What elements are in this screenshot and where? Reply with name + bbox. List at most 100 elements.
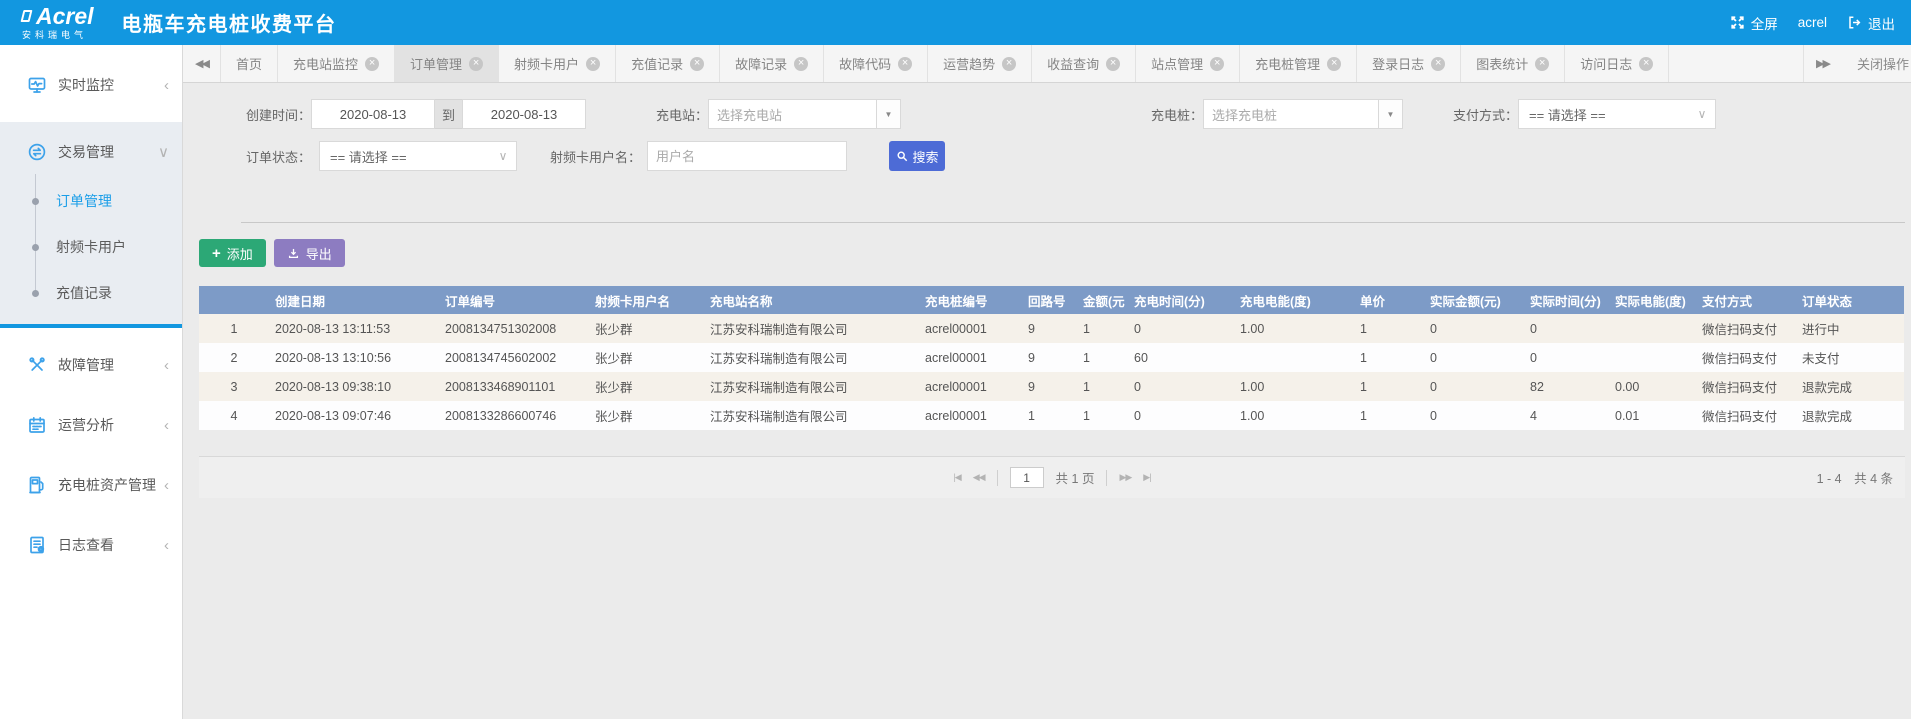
- pile-combo[interactable]: 选择充电桩 ▼: [1203, 99, 1403, 129]
- table-cell: 1: [1022, 401, 1077, 430]
- close-tab-icon[interactable]: ×: [469, 57, 483, 71]
- page-input[interactable]: [1010, 467, 1044, 488]
- station-combo[interactable]: 选择充电站 ▼: [708, 99, 901, 129]
- first-page-button[interactable]: |◀: [953, 472, 960, 483]
- column-header[interactable]: 单价: [1354, 286, 1424, 314]
- column-header[interactable]: 充电时间(分): [1128, 286, 1234, 314]
- close-tab-icon[interactable]: ×: [1002, 57, 1016, 71]
- column-header-rownum[interactable]: [199, 286, 269, 314]
- tab-revenue-query[interactable]: 收益查询×: [1032, 45, 1136, 82]
- logout-label: 退出: [1868, 13, 1895, 33]
- sidebar-item-realtime-monitor[interactable]: 实时监控‹: [0, 62, 182, 108]
- tab-visit-logs[interactable]: 访问日志×: [1565, 45, 1669, 82]
- table-cell: 1.00: [1234, 372, 1354, 401]
- column-header[interactable]: 充电桩编号: [919, 286, 1022, 314]
- table-row[interactable]: 22020-08-13 13:10:562008134745602002张少群江…: [199, 343, 1904, 372]
- close-tab-icon[interactable]: ×: [690, 57, 704, 71]
- tab-chart-statistics[interactable]: 图表统计×: [1461, 45, 1565, 82]
- table-row[interactable]: 12020-08-13 13:11:532008134751302008张少群江…: [199, 314, 1904, 343]
- column-header[interactable]: 订单状态: [1796, 286, 1904, 314]
- grid-toolbar: + 添加 导出: [199, 239, 1911, 267]
- column-header[interactable]: 支付方式: [1696, 286, 1796, 314]
- close-tab-icon[interactable]: ×: [1210, 57, 1224, 71]
- username[interactable]: acrel: [1798, 15, 1827, 30]
- close-tab-icon[interactable]: ×: [1431, 57, 1445, 71]
- close-tab-icon[interactable]: ×: [1535, 57, 1549, 71]
- column-header[interactable]: 射频卡用户名: [589, 286, 704, 314]
- table-row[interactable]: 42020-08-13 09:07:462008133286600746张少群江…: [199, 401, 1904, 430]
- prev-page-button[interactable]: ◀◀: [973, 472, 985, 483]
- column-header[interactable]: 金额(元: [1077, 286, 1128, 314]
- column-header[interactable]: 回路号: [1022, 286, 1077, 314]
- fullscreen-button[interactable]: 全屏: [1730, 13, 1778, 33]
- tab-site-management[interactable]: 站点管理×: [1136, 45, 1240, 82]
- table-cell: 张少群: [589, 343, 704, 372]
- tab-pile-management[interactable]: 充电桩管理×: [1240, 45, 1357, 82]
- close-tab-icon[interactable]: ×: [1106, 57, 1120, 71]
- tab-home[interactable]: 首页: [221, 45, 278, 82]
- table-cell: 进行中: [1796, 314, 1904, 343]
- create-time-label: 创建时间：: [239, 105, 311, 124]
- sidebar-subitem-recharge-records[interactable]: 充值记录: [0, 270, 182, 316]
- table-cell: [1609, 314, 1696, 343]
- column-header[interactable]: 创建日期: [269, 286, 439, 314]
- tab-login-logs[interactable]: 登录日志×: [1357, 45, 1461, 82]
- table-cell: 退款完成: [1796, 401, 1904, 430]
- sidebar-expanded-group: 交易管理∨订单管理射频卡用户充值记录: [0, 122, 182, 324]
- table-cell: 江苏安科瑞制造有限公司: [704, 314, 919, 343]
- pay-type-select[interactable]: == 请选择 == ∨: [1518, 99, 1716, 129]
- bullet-icon: [32, 290, 39, 297]
- create-time-to-input[interactable]: [462, 99, 586, 129]
- column-header[interactable]: 实际金额(元): [1424, 286, 1524, 314]
- close-tab-icon[interactable]: ×: [365, 57, 379, 71]
- order-status-select[interactable]: == 请选择 == ∨: [319, 141, 517, 171]
- column-header[interactable]: 充电电能(度): [1234, 286, 1354, 314]
- column-header[interactable]: 实际电能(度): [1609, 286, 1696, 314]
- scroll-tabs-left-button[interactable]: ◀◀: [183, 45, 221, 82]
- table-cell: 60: [1128, 343, 1234, 372]
- close-tab-icon[interactable]: ×: [1327, 57, 1341, 71]
- sidebar-item-pile-asset-management[interactable]: 充电桩资产管理‹: [0, 462, 182, 508]
- transaction-icon: [27, 142, 47, 162]
- tab-label: 射频卡用户: [514, 54, 579, 73]
- tab-fault-records[interactable]: 故障记录×: [720, 45, 824, 82]
- table-cell: 1: [1354, 372, 1424, 401]
- export-button[interactable]: 导出: [274, 239, 345, 267]
- close-tab-icon[interactable]: ×: [898, 57, 912, 71]
- sidebar-item-fault-management[interactable]: 故障管理‹: [0, 342, 182, 388]
- tab-station-monitor[interactable]: 充电站监控×: [278, 45, 395, 82]
- close-operations-button[interactable]: 关闭操作: [1841, 45, 1911, 82]
- tab-operation-trend[interactable]: 运营趋势×: [928, 45, 1032, 82]
- sidebar-subitem-label: 射频卡用户: [56, 237, 126, 257]
- sidebar-item-operation-analysis[interactable]: 运营分析‹: [0, 402, 182, 448]
- column-header[interactable]: 订单编号: [439, 286, 589, 314]
- column-header[interactable]: 充电站名称: [704, 286, 919, 314]
- tab-fault-codes[interactable]: 故障代码×: [824, 45, 928, 82]
- close-tab-icon[interactable]: ×: [586, 57, 600, 71]
- table-cell: 0: [1424, 343, 1524, 372]
- tabbar-spacer: [1669, 45, 1803, 82]
- station-combo-dropdown-icon[interactable]: ▼: [876, 100, 900, 128]
- column-header[interactable]: 实际时间(分): [1524, 286, 1609, 314]
- sidebar-subitem-rfid-card-users[interactable]: 射频卡用户: [0, 224, 182, 270]
- close-tab-icon[interactable]: ×: [1639, 57, 1653, 71]
- add-button[interactable]: + 添加: [199, 239, 266, 267]
- tab-rfid-card-users[interactable]: 射频卡用户 ×: [499, 45, 616, 82]
- last-page-button[interactable]: ▶|: [1143, 472, 1150, 483]
- next-page-button[interactable]: ▶▶: [1119, 472, 1131, 483]
- table-row[interactable]: 32020-08-13 09:38:102008133468901101张少群江…: [199, 372, 1904, 401]
- sidebar-item-transaction-management[interactable]: 交易管理∨: [0, 128, 182, 176]
- tab-order-management[interactable]: 订单管理×: [395, 45, 499, 82]
- create-time-from-input[interactable]: [311, 99, 435, 129]
- search-button[interactable]: 搜索: [889, 141, 945, 171]
- pile-combo-dropdown-icon[interactable]: ▼: [1378, 100, 1402, 128]
- sidebar-item-log-view[interactable]: 日志查看‹: [0, 522, 182, 568]
- sidebar-subitem-order-management[interactable]: 订单管理: [0, 178, 182, 224]
- pager-separator: [997, 470, 998, 486]
- logout-button[interactable]: 退出: [1847, 13, 1895, 33]
- close-tab-icon[interactable]: ×: [794, 57, 808, 71]
- rfid-user-input[interactable]: [647, 141, 847, 171]
- tab-recharge-records[interactable]: 充值记录×: [616, 45, 720, 82]
- table-cell: 0.00: [1609, 372, 1696, 401]
- scroll-tabs-right-button[interactable]: ▶▶: [1803, 45, 1841, 82]
